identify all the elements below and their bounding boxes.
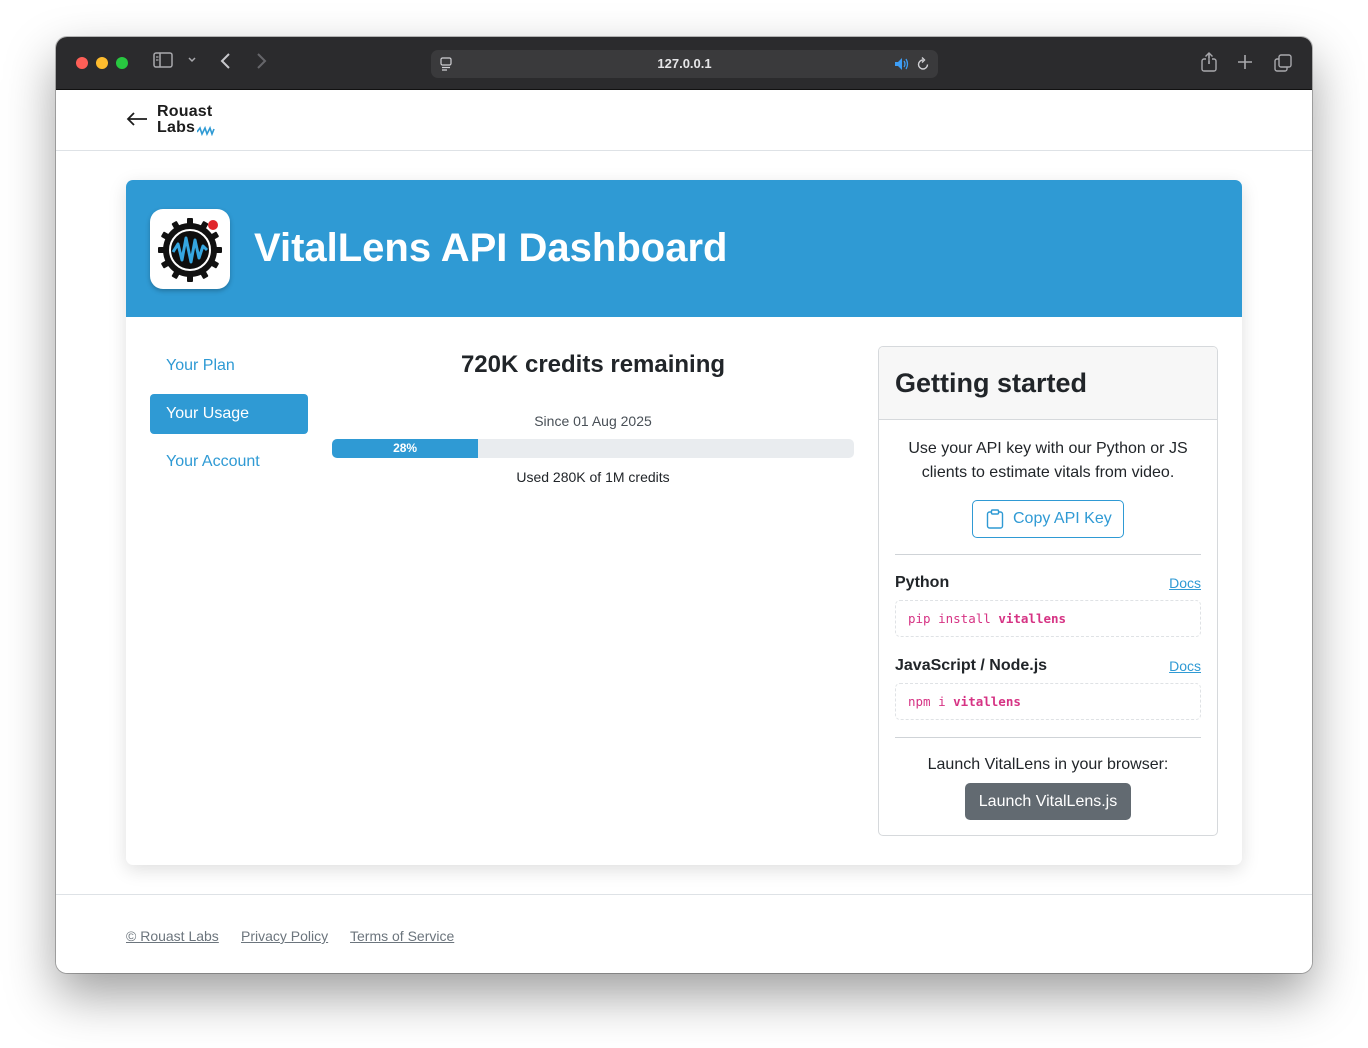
getting-started-panel: Getting started Use your API key with ou… [878,346,1218,836]
logo-wave-icon [196,123,215,141]
logo-line-1: Rouast [157,103,213,120]
python-section-title: Python [895,574,950,591]
arrow-left-icon[interactable] [126,111,148,132]
clipboard-icon [986,509,1004,534]
tabs-icon[interactable] [1274,54,1292,72]
footer-link-terms-of-service[interactable]: Terms of Service [350,928,454,944]
page-title: VitalLens API Dashboard [254,226,728,270]
python-docs-link[interactable]: Docs [1169,575,1201,591]
javascript-install-code[interactable]: npm i vitallens [895,683,1201,720]
sidebar-item-your-account[interactable]: Your Account [150,442,308,482]
sidebar-item-your-usage[interactable]: Your Usage [150,394,308,434]
browser-toolbar: 127.0.0.1 [56,37,1312,90]
javascript-docs-link[interactable]: Docs [1169,658,1201,674]
maximize-window-button[interactable] [116,57,128,69]
divider [895,554,1201,555]
footer-link-copyright[interactable]: © Rouast Labs [126,928,219,944]
chevron-down-icon[interactable] [187,52,197,68]
address-bar[interactable]: 127.0.0.1 [431,50,938,78]
vitallens-app-icon [150,209,230,289]
credits-progress-bar: 28% [332,439,479,458]
forward-icon[interactable] [254,52,268,70]
dashboard-banner: VitalLens API Dashboard [126,180,1242,317]
credits-remaining-heading: 720K credits remaining [460,351,726,378]
url-text: 127.0.0.1 [657,56,712,71]
audio-icon[interactable] [894,57,910,76]
new-tab-icon[interactable] [1237,54,1253,70]
usage-since-text: Since 01 Aug 2025 [534,413,652,429]
getting-started-header: Getting started [879,347,1217,420]
credits-used-text: Used 280K of 1M credits [516,469,670,485]
reload-icon[interactable] [916,56,930,77]
launch-vitallens-js-button[interactable]: Launch VitalLens.js [965,783,1131,820]
share-icon[interactable] [1200,51,1218,73]
javascript-section-title: JavaScript / Node.js [895,657,1048,674]
copy-api-key-label: Copy API Key [1013,510,1112,527]
minimize-window-button[interactable] [96,57,108,69]
divider [895,737,1201,738]
javascript-package-name: vitallens [953,694,1021,709]
credits-progress: 28% [332,439,854,458]
browser-window: 127.0.0.1 Rouast Labs VitalLens API Dash… [56,37,1312,973]
site-header: Rouast Labs [56,91,1312,151]
site-footer: © Rouast Labs Privacy Policy Terms of Se… [56,894,1312,973]
sidebar-item-your-plan[interactable]: Your Plan [150,346,308,386]
gear-heartbeat-icon [158,218,222,282]
python-package-name: vitallens [998,611,1067,626]
python-install-command: pip install [908,611,999,626]
getting-started-title: Getting started [895,368,1088,398]
python-install-code[interactable]: pip install vitallens [895,600,1201,637]
getting-started-description: Use your API key with our Python or JS c… [908,440,1188,481]
back-icon[interactable] [219,52,233,70]
close-window-button[interactable] [76,57,88,69]
footer-link-privacy-policy[interactable]: Privacy Policy [241,928,328,944]
sidebar-icon[interactable] [153,52,173,68]
copy-api-key-button[interactable]: Copy API Key [972,500,1124,538]
dashboard-card: VitalLens API Dashboard Your Plan Your U… [126,180,1242,865]
launch-vitallens-text: Launch VitalLens in your browser: [927,756,1169,773]
javascript-install-command: npm i [908,694,954,709]
